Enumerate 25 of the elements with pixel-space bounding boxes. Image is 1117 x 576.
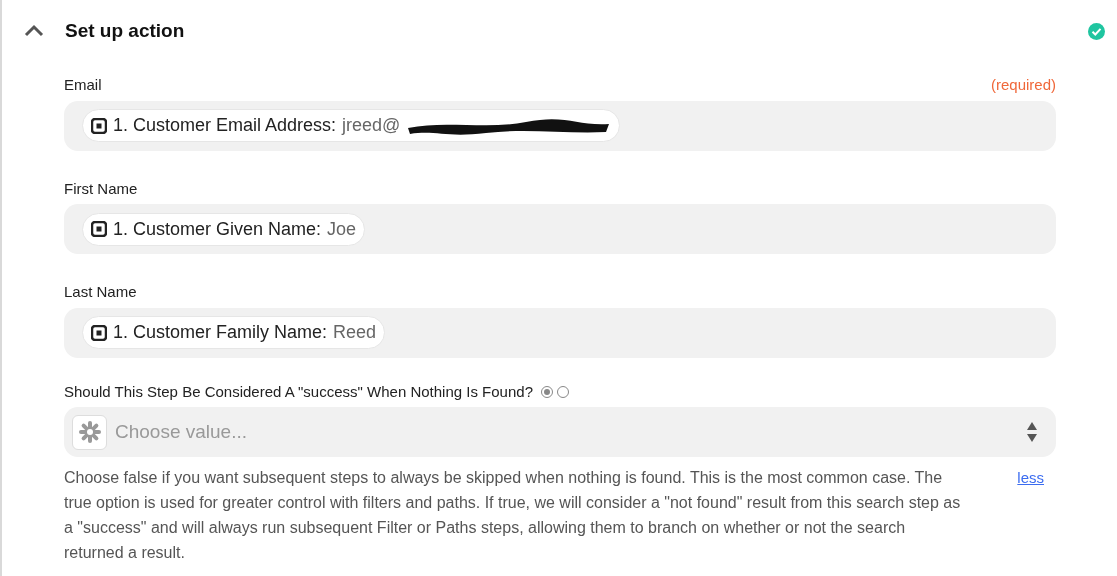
token-value: Joe xyxy=(327,217,357,241)
square-logo-icon xyxy=(91,221,107,237)
token-value: Reed xyxy=(333,321,377,344)
less-link[interactable]: less xyxy=(1017,465,1044,490)
field-label: Email xyxy=(64,75,102,95)
square-logo-icon xyxy=(91,117,107,134)
input-field[interactable]: 1. Customer Family Name: Reed xyxy=(64,307,1056,358)
sort-arrows-icon xyxy=(1026,421,1038,443)
field-label: First Name xyxy=(64,178,138,199)
token-name: 1. Customer Family Name: xyxy=(113,321,328,344)
radio-button[interactable] xyxy=(541,385,553,398)
app-icon xyxy=(72,414,107,450)
select-placeholder: Choose value... xyxy=(115,419,249,444)
field-label: Last Name xyxy=(64,282,137,302)
token-value: jreed@ xyxy=(342,114,401,137)
square-logo-icon xyxy=(91,324,107,341)
field-label: Should This Step Be Considered A "success" When Nothing Is Found? xyxy=(64,381,533,402)
input-field[interactable]: 1. Customer Given Name: Joe xyxy=(64,204,1056,254)
section-title: Set up action xyxy=(65,18,185,43)
input-field[interactable]: 1. Customer Email Address: jreed@ xyxy=(64,100,1056,151)
token-name: 1. Customer Given Name: xyxy=(113,217,322,241)
radio-button[interactable] xyxy=(557,385,569,398)
help-text: Choose false if you want subsequent steps to always be skipped when nothing is found. This is the most common case. The true option is used for greater control with filters and paths. If true, we will consider a "not found" result from this search step as a "success" and will always run subsequent Filter or Paths steps, allowing them to branch on whether or not the search returned a result. xyxy=(64,468,962,563)
token-name: 1. Customer Email Address: xyxy=(113,114,337,137)
required-note: (required) xyxy=(990,75,1056,95)
